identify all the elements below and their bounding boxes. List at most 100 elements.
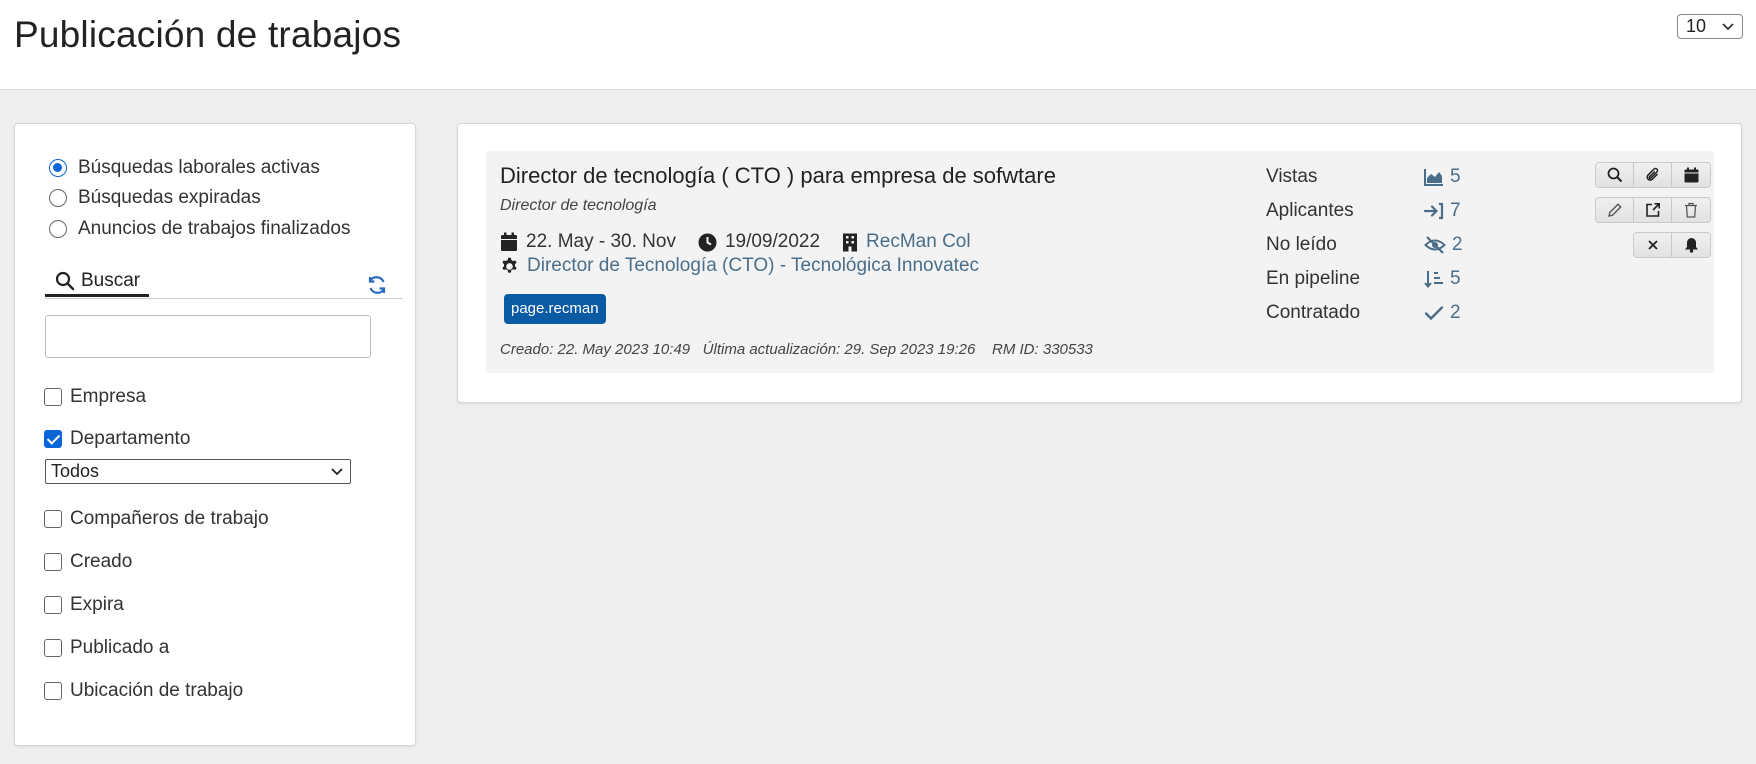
- search-input[interactable]: [45, 315, 371, 358]
- checkbox-label: Compañeros de trabajo: [70, 508, 269, 529]
- radio-button[interactable]: [49, 189, 67, 207]
- checkbox[interactable]: [44, 639, 62, 657]
- action-group-top: [1595, 162, 1711, 188]
- pencil-icon: [1607, 203, 1622, 217]
- building-icon: [842, 233, 858, 252]
- job-list-panel: Director de tecnología ( CTO ) para empr…: [457, 123, 1742, 403]
- calendar-button[interactable]: [1672, 163, 1710, 187]
- page-size-value: 10: [1686, 16, 1707, 36]
- external-link-icon: [1645, 203, 1660, 217]
- department-select[interactable]: Todos: [45, 459, 351, 484]
- page-title: Publicación de trabajos: [14, 14, 402, 55]
- close-icon: [1647, 240, 1658, 250]
- chart-area-icon: [1424, 169, 1443, 186]
- search-icon: [1607, 167, 1622, 183]
- stat-unread-label: No leído: [1266, 234, 1337, 255]
- eye-slash-icon: [1424, 236, 1446, 254]
- filter-created[interactable]: Creado: [44, 549, 132, 575]
- created-text: Creado: 22. May 2023 10:49: [500, 341, 691, 358]
- checkbox-label: Departamento: [70, 428, 191, 449]
- job-date: 19/09/2022: [724, 231, 821, 252]
- action-group-bottom: [1633, 232, 1711, 258]
- close-button[interactable]: [1634, 233, 1672, 257]
- chevron-down-icon: [1721, 18, 1735, 41]
- checkbox-label: Ubicación de trabajo: [70, 680, 244, 701]
- radio-label: Anuncios de trabajos finalizados: [78, 218, 351, 239]
- checkbox-label: Expira: [70, 594, 124, 615]
- view-button[interactable]: [1596, 163, 1634, 187]
- job-date-range: 22. May - 30. Nov: [526, 231, 676, 252]
- clock-icon: [698, 233, 717, 252]
- bell-icon: [1684, 238, 1698, 253]
- company-link[interactable]: RecMan Col: [866, 231, 971, 253]
- stat-views-value[interactable]: 5: [1424, 166, 1461, 188]
- stat-pipeline-number: 5: [1450, 268, 1461, 289]
- stat-views-number: 5: [1450, 166, 1461, 187]
- radio-expired-searches[interactable]: Búsquedas expiradas: [49, 185, 261, 211]
- gear-icon: [500, 257, 519, 276]
- filter-job-location[interactable]: Ubicación de trabajo: [44, 678, 243, 704]
- job-title[interactable]: Director de tecnología ( CTO ) para empr…: [500, 163, 1056, 189]
- stat-pipeline-label: En pipeline: [1266, 268, 1361, 289]
- trash-icon: [1685, 202, 1697, 218]
- project-link[interactable]: Director de Tecnología (CTO) - Tecnológi…: [527, 255, 979, 277]
- refresh-icon[interactable]: [366, 274, 388, 301]
- check-icon: [1424, 306, 1444, 321]
- checkbox-label: Publicado a: [70, 637, 170, 658]
- job-card: Director de tecnología ( CTO ) para empr…: [486, 151, 1714, 373]
- open-external-button[interactable]: [1634, 198, 1672, 222]
- filter-coworkers[interactable]: Compañeros de trabajo: [44, 506, 269, 532]
- checkbox[interactable]: [44, 553, 62, 571]
- radio-button[interactable]: [49, 220, 67, 238]
- attach-button[interactable]: [1634, 163, 1672, 187]
- checkbox-label: Empresa: [70, 386, 147, 407]
- project-row: Director de Tecnología (CTO) - Tecnológi…: [500, 253, 979, 279]
- edit-button[interactable]: [1596, 198, 1634, 222]
- checkbox[interactable]: [44, 388, 62, 406]
- checkbox[interactable]: [44, 510, 62, 528]
- radio-label: Búsquedas expiradas: [78, 187, 261, 208]
- stat-views-label: Vistas: [1266, 166, 1318, 187]
- checkbox[interactable]: [44, 430, 62, 448]
- updated-text: Última actualización: 29. Sep 2023 19:26: [702, 341, 976, 358]
- action-group-middle: [1595, 197, 1711, 223]
- stat-applicants-label: Aplicantes: [1266, 200, 1354, 221]
- stat-hired-number: 2: [1450, 302, 1461, 323]
- stat-hired-value[interactable]: 2: [1424, 302, 1461, 324]
- publish-badge[interactable]: page.recman: [504, 294, 606, 324]
- radio-button[interactable]: [49, 159, 67, 177]
- calendar-icon: [500, 232, 518, 252]
- sign-in-icon: [1424, 202, 1444, 220]
- calendar-icon: [1684, 167, 1698, 183]
- chevron-down-icon: [330, 463, 344, 485]
- checkbox-label: Creado: [70, 551, 133, 572]
- filter-published-to[interactable]: Publicado a: [44, 635, 169, 661]
- stat-unread-number: 2: [1452, 234, 1463, 255]
- filter-sidebar: Búsquedas laborales activas Búsquedas ex…: [14, 123, 416, 746]
- filter-department[interactable]: Departamento: [44, 426, 190, 452]
- department-select-value: Todos: [51, 461, 100, 481]
- tab-underline: [45, 298, 403, 299]
- notify-button[interactable]: [1672, 233, 1710, 257]
- checkbox[interactable]: [44, 682, 62, 700]
- radio-active-searches[interactable]: Búsquedas laborales activas: [49, 155, 320, 181]
- page-size-select[interactable]: 10: [1677, 14, 1743, 39]
- radio-finished-ads[interactable]: Anuncios de trabajos finalizados: [49, 216, 351, 242]
- checkbox[interactable]: [44, 596, 62, 614]
- stat-hired-label: Contratado: [1266, 302, 1361, 323]
- stat-pipeline-value[interactable]: 5: [1424, 268, 1461, 290]
- delete-button[interactable]: [1672, 198, 1710, 222]
- filter-company[interactable]: Empresa: [44, 384, 146, 410]
- tab-search-label: Buscar: [81, 269, 141, 291]
- radio-label: Búsquedas laborales activas: [78, 157, 320, 178]
- top-bar: Publicación de trabajos 10: [0, 0, 1756, 90]
- stat-applicants-value[interactable]: 7: [1424, 200, 1461, 222]
- sort-amount-down-icon: [1424, 271, 1443, 288]
- stat-unread-value[interactable]: 2: [1424, 234, 1463, 256]
- job-meta-row: 22. May - 30. Nov 19/09/2022 RecMan Col: [500, 229, 971, 255]
- rm-id-text: RM ID: 330533: [992, 341, 1093, 358]
- filter-expires[interactable]: Expira: [44, 592, 124, 618]
- job-footer-meta: Creado: 22. May 2023 10:49 Última actual…: [500, 341, 1093, 358]
- tab-search[interactable]: Buscar: [45, 267, 149, 297]
- stat-applicants-number: 7: [1450, 200, 1461, 221]
